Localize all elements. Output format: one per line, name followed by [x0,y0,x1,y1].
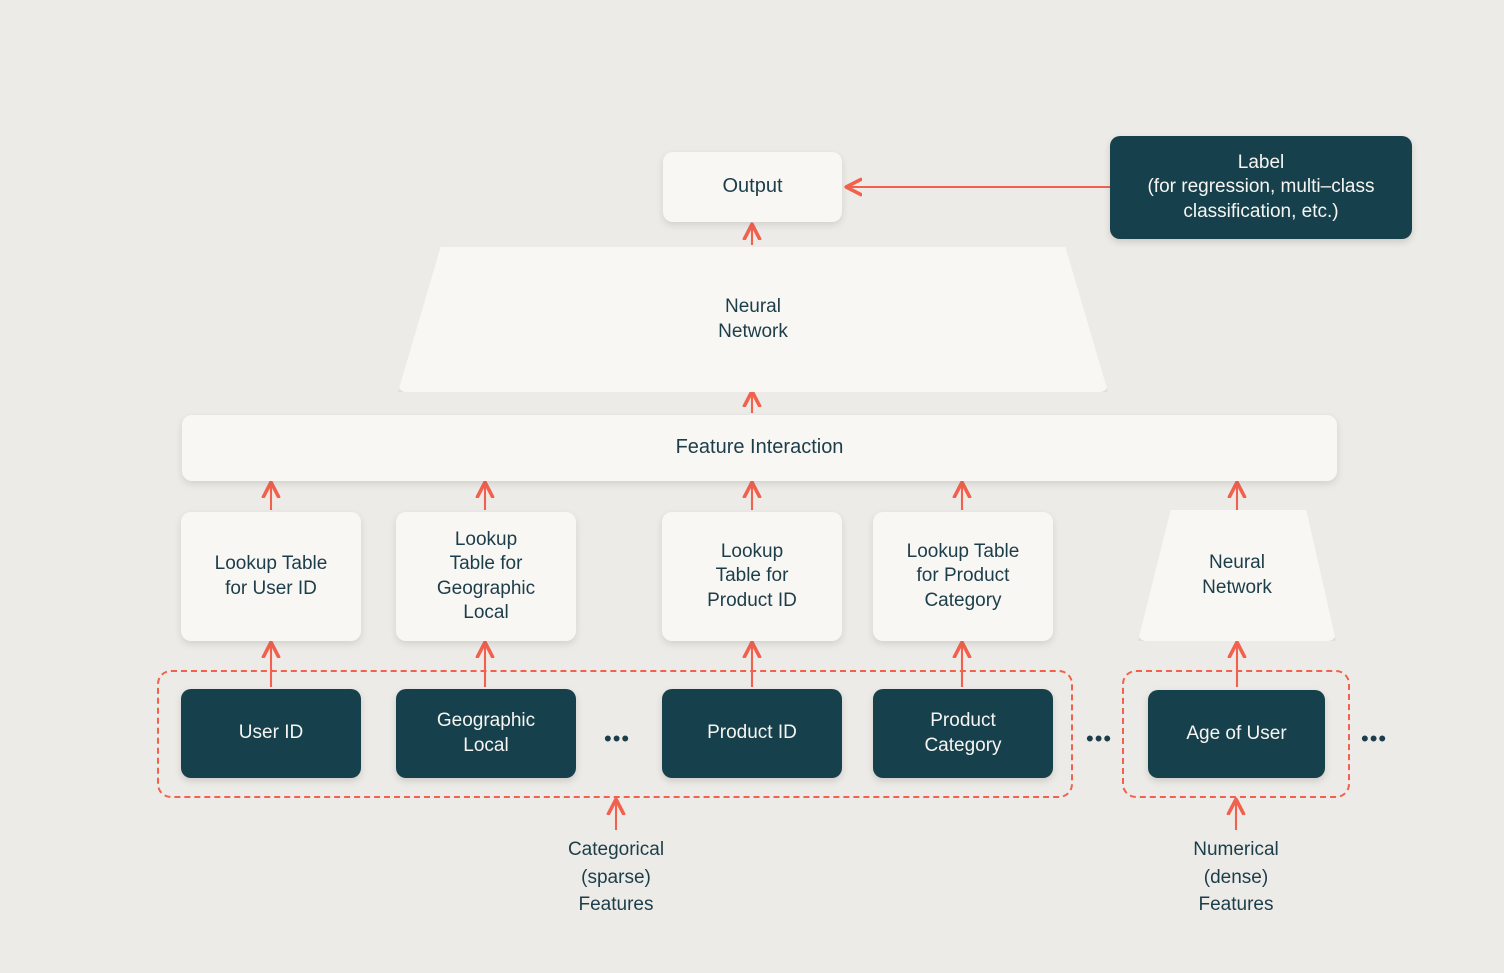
neural-network-top-line2: Network [718,320,788,342]
ellipsis-categorical-inner: ••• [604,726,631,751]
feature-age-of-user[interactable]: Age of User [1148,690,1325,778]
ellipsis-after-numerical: ••• [1361,726,1388,751]
caption-numerical-features: Numerical (dense) Features [1086,836,1386,919]
caption-categorical-line1: Categorical [567,839,665,860]
label-node-line3: classification, etc.) [1183,200,1339,222]
lookup-table-product-category-line2: for Product [916,565,1010,587]
label-node-line1: Label [1237,152,1285,174]
neural-network-dense-line2: Network [1202,576,1272,598]
lookup-table-user-id-line2: for User ID [225,577,317,599]
lookup-table-product-id-line1: Lookup [720,541,784,563]
caption-numerical-line2: (dense) [1203,866,1269,888]
lookup-table-user-id-line1: Lookup Table [214,553,328,575]
feature-interaction-node[interactable]: Feature Interaction [182,415,1337,481]
caption-categorical-line3: Features [578,894,654,916]
caption-categorical-line2: (sparse) [581,866,651,888]
lookup-table-product-category-line3: Category [924,589,1002,611]
feature-geographic-local-line2: Local [463,734,509,756]
neural-network-top-node[interactable]: Neural Network [398,247,1108,392]
lookup-table-geographic-local-line3: Geographic [436,577,536,599]
ellipsis-between-groups: ••• [1086,726,1113,751]
neural-network-top-line1: Neural [725,296,781,318]
output-node[interactable]: Output [663,152,842,222]
lookup-table-user-id[interactable]: Lookup Table for User ID [181,512,361,641]
caption-numerical-line1: Numerical [1193,839,1279,860]
label-node-line2: (for regression, multi–class [1147,176,1375,198]
output-label: Output [722,175,783,198]
feature-product-category[interactable]: Product Category [873,689,1053,778]
diagram-canvas: Output Label (for regression, multi–clas… [0,0,1504,973]
lookup-table-geographic-local-line1: Lookup [454,528,518,550]
feature-product-id-line1: Product ID [707,722,797,744]
lookup-table-geographic-local-line4: Local [463,601,509,623]
lookup-table-product-id[interactable]: Lookup Table for Product ID [662,512,842,641]
feature-product-category-line1: Product [930,710,996,732]
caption-numerical-line3: Features [1198,894,1274,916]
feature-interaction-label: Feature Interaction [675,436,844,459]
lookup-table-product-id-line2: Table for [715,565,789,587]
feature-user-id-line1: User ID [238,722,304,744]
feature-product-category-line2: Category [924,734,1002,756]
neural-network-dense-node[interactable]: Neural Network [1138,510,1336,641]
lookup-table-product-id-line3: Product ID [707,589,797,611]
feature-product-id[interactable]: Product ID [662,689,842,778]
feature-geographic-local-line1: Geographic [436,710,536,732]
neural-network-dense-line1: Neural [1209,552,1265,574]
feature-geographic-local[interactable]: Geographic Local [396,689,576,778]
lookup-table-product-category-line1: Lookup Table [906,541,1020,563]
feature-user-id[interactable]: User ID [181,689,361,778]
lookup-table-geographic-local[interactable]: Lookup Table for Geographic Local [396,512,576,641]
lookup-table-geographic-local-line2: Table for [449,553,523,575]
lookup-table-product-category[interactable]: Lookup Table for Product Category [873,512,1053,641]
caption-categorical-features: Categorical (sparse) Features [466,836,766,919]
feature-age-of-user-line1: Age of User [1186,722,1287,744]
label-node[interactable]: Label (for regression, multi–class class… [1110,136,1412,239]
